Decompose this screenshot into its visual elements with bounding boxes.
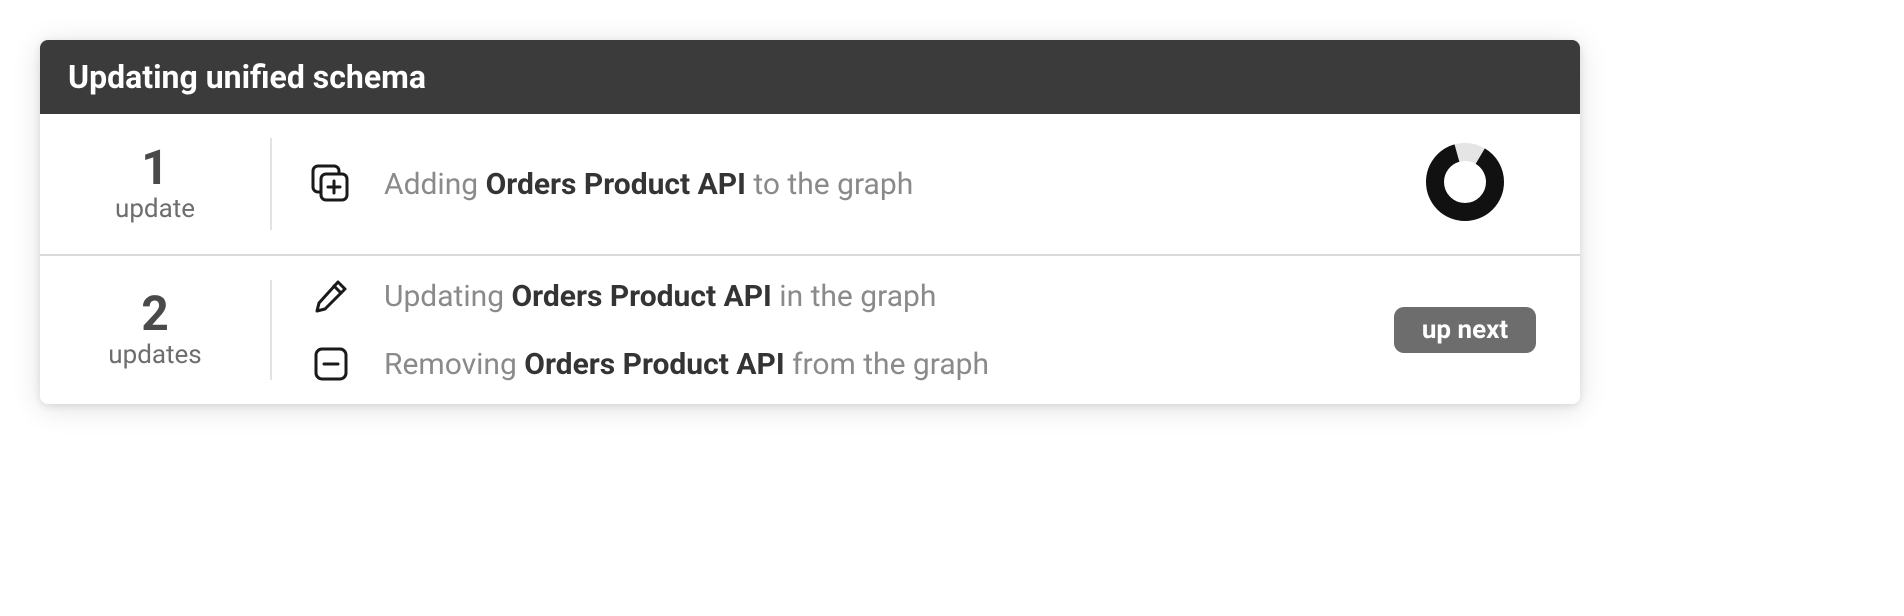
- item-suffix: from the graph: [785, 347, 989, 382]
- count-label: updates: [108, 340, 201, 370]
- count-number: 2: [141, 290, 169, 338]
- item-prefix: Removing: [384, 347, 524, 382]
- status-column: [1350, 114, 1580, 254]
- item-text: Removing Orders Product API from the gra…: [384, 347, 989, 382]
- item-subject: Orders Product API: [524, 347, 784, 382]
- count-label: update: [115, 194, 195, 224]
- update-item: Updating Orders Product API in the graph: [308, 276, 1350, 316]
- count-number: 1: [141, 144, 169, 192]
- remove-icon: [308, 344, 354, 384]
- schema-update-card: Updating unified schema 1 update Adding: [40, 40, 1580, 404]
- update-section: 1 update Adding Orders Product API to th…: [40, 114, 1580, 254]
- item-suffix: in the graph: [772, 279, 937, 314]
- count-column: 2 updates: [40, 256, 270, 404]
- update-item: Removing Orders Product API from the gra…: [308, 344, 1350, 384]
- add-icon: [308, 162, 354, 206]
- status-column: up next: [1350, 256, 1580, 404]
- item-text: Updating Orders Product API in the graph: [384, 279, 936, 314]
- edit-icon: [308, 276, 354, 316]
- item-suffix: to the graph: [746, 167, 913, 202]
- item-subject: Orders Product API: [486, 167, 746, 202]
- items-column: Updating Orders Product API in the graph…: [272, 256, 1350, 404]
- spinner-icon: [1421, 138, 1509, 230]
- item-text: Adding Orders Product API to the graph: [384, 167, 913, 202]
- count-column: 1 update: [40, 114, 270, 254]
- items-column: Adding Orders Product API to the graph: [272, 114, 1350, 254]
- item-subject: Orders Product API: [512, 279, 772, 314]
- update-section: 2 updates Updating Orders Product API in…: [40, 254, 1580, 404]
- item-prefix: Adding: [384, 167, 486, 202]
- item-prefix: Updating: [384, 279, 512, 314]
- status-badge: up next: [1394, 307, 1536, 353]
- card-header: Updating unified schema: [40, 40, 1580, 114]
- update-item: Adding Orders Product API to the graph: [308, 162, 1350, 206]
- header-title: Updating unified schema: [68, 58, 426, 96]
